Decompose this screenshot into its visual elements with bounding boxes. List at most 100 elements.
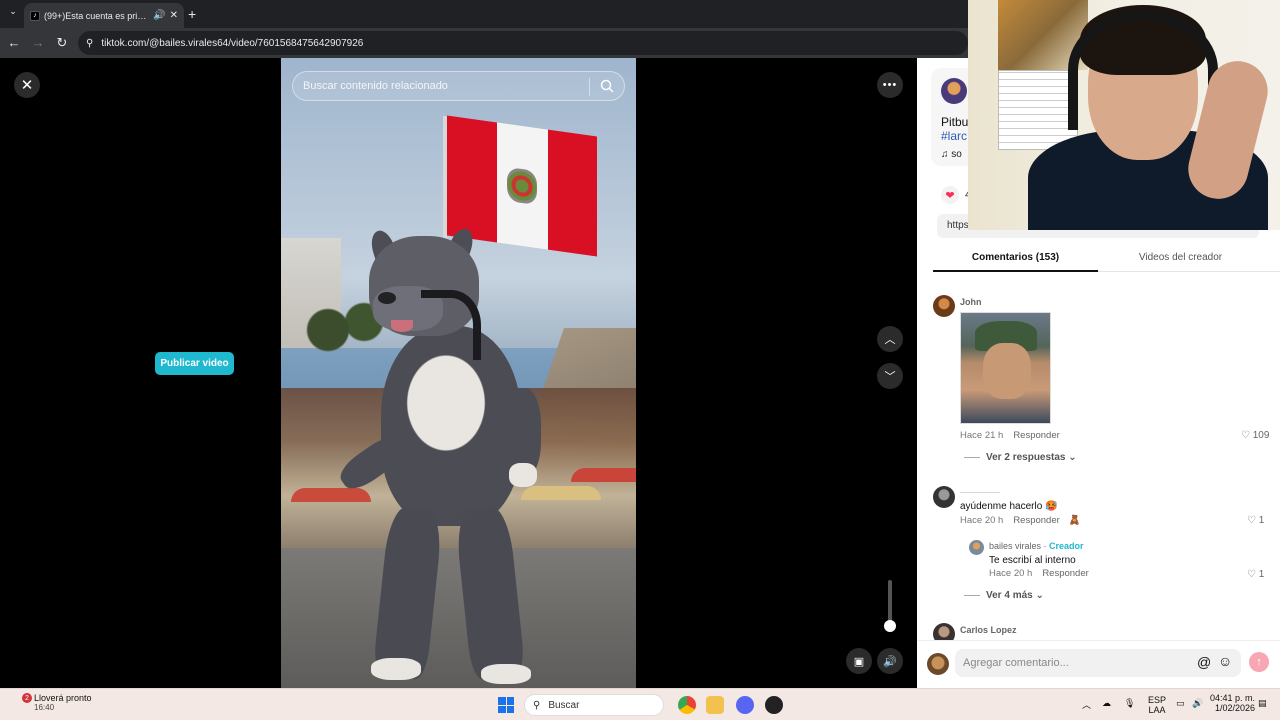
discord-icon[interactable] [736, 696, 754, 714]
chevron-down-icon: ⌄ [1068, 452, 1077, 463]
speaker-icon[interactable]: 🔊 [1192, 698, 1203, 709]
tiktok-icon: ♪ [30, 10, 40, 21]
reply-text: Te escribí al interno [989, 555, 1076, 566]
sound-link[interactable]: ♫ so [941, 149, 962, 160]
comment-like-count: 1 [1258, 515, 1265, 526]
comment-time: Hace 20 h [960, 515, 1004, 526]
publish-video-button[interactable]: Publicar video [155, 352, 234, 375]
related-search-input[interactable]: Buscar contenido relacionado [292, 71, 625, 101]
tab-comments[interactable]: Comentarios (153) [933, 248, 1098, 272]
language-indicator[interactable]: ESP LAA [1148, 695, 1166, 715]
address-bar[interactable]: ⚲ tiktok.com/@bailes.virales64/video/760… [78, 31, 968, 55]
creator-avatar[interactable] [969, 540, 984, 555]
heart-outline-icon: ♡ [1247, 569, 1256, 580]
scene-floor [281, 548, 636, 688]
volume-icon[interactable]: 🔊 [877, 648, 903, 674]
comment-image[interactable] [960, 312, 1051, 424]
windows-start-icon[interactable] [498, 697, 514, 713]
lang-top: ESP [1148, 695, 1167, 705]
tray-chevron-up-icon[interactable]: ︿ [1082, 698, 1091, 711]
forward-icon[interactable]: → [30, 35, 46, 50]
taskbar-search-label: Buscar [548, 699, 580, 711]
view-more-replies-button[interactable]: Ver 4 más ⌄ [964, 590, 1044, 601]
wifi-icon[interactable]: ▭ [1176, 698, 1185, 709]
comment-text: ayúdenme hacerlo 🥵 [960, 501, 1058, 512]
author-avatar[interactable] [941, 78, 967, 104]
reply-button[interactable]: Responder [1042, 568, 1088, 579]
tab-creator-videos[interactable]: Videos del creador [1098, 248, 1263, 272]
app-icon[interactable] [765, 696, 783, 714]
chevron-down-icon[interactable]: ﹀ [877, 363, 903, 389]
search-divider [589, 78, 590, 96]
heart-icon[interactable]: ❤ [941, 186, 959, 204]
network-shield-icon[interactable]: ☁ [1102, 698, 1111, 709]
close-icon[interactable]: ✕ [14, 72, 40, 98]
tab-close-icon[interactable]: ✕ [170, 10, 178, 21]
panel-tabs: Comentarios (153) Videos del creador [933, 248, 1280, 272]
headphones [1068, 10, 1218, 130]
music-note-icon: ♫ [941, 149, 949, 160]
site-info-icon[interactable]: ⚲ [86, 38, 93, 49]
wall-calendar [998, 70, 1078, 150]
likes-row: ❤ 4 [941, 186, 971, 204]
comment-username[interactable]: Carlos Lopez [960, 625, 1017, 635]
creator-badge: Creador [1049, 541, 1084, 551]
url-text: tiktok.com/@bailes.virales64/video/76015… [101, 37, 364, 49]
comment-like[interactable]: ♡ 1 [1247, 569, 1264, 580]
taskbar-search[interactable]: ⚲ Buscar [524, 694, 664, 716]
sticker-icon: 🧸 [1068, 515, 1081, 526]
reply-button[interactable]: Responder [1013, 430, 1059, 441]
hashtag-link[interactable]: #larc [941, 129, 967, 143]
dog-paw [509, 463, 537, 487]
clock[interactable]: 04:41 p. m. 1/02/2026 [1210, 693, 1255, 713]
mention-icon[interactable]: @ [1197, 654, 1211, 670]
send-icon[interactable]: ↑ [1249, 652, 1269, 672]
dog-paw [481, 664, 531, 684]
file-explorer-icon[interactable] [706, 696, 724, 714]
reply-button[interactable]: Responder [1013, 515, 1059, 526]
heart-outline-icon: ♡ [1241, 430, 1250, 441]
tab-title: (99+)Esta cuenta es privada [44, 10, 150, 21]
volume-slider-handle[interactable] [884, 620, 896, 632]
tab-list-button[interactable]: ⌄ [6, 6, 20, 20]
tab-audio-icon[interactable]: 🔊 [153, 10, 165, 21]
notification-icon[interactable]: ▤ [1258, 698, 1267, 709]
reply-meta: Hace 20 h Responder [989, 568, 1089, 579]
description-title: Pitbul [941, 115, 972, 129]
commenter-avatar[interactable] [933, 295, 955, 317]
comment-username[interactable]: ____________ [960, 488, 1000, 494]
view-replies-button[interactable]: Ver 2 respuestas ⌄ [964, 452, 1077, 463]
back-icon[interactable]: ← [6, 35, 22, 50]
more-options-icon[interactable]: ••• [877, 72, 903, 98]
commenter-avatar[interactable] [933, 486, 955, 508]
dog-paw [371, 658, 421, 680]
weather-time: 16:40 [34, 703, 55, 712]
view-more-label: Ver 4 más [986, 590, 1033, 601]
sound-label: so [951, 149, 962, 160]
lang-bottom: LAA [1148, 705, 1166, 715]
scene-umbrella [291, 488, 371, 502]
mini-player-icon[interactable]: ▣ [846, 648, 872, 674]
dog-collar [421, 290, 481, 360]
search-icon: ⚲ [533, 699, 541, 711]
comment-username[interactable]: John [960, 297, 982, 307]
chrome-icon[interactable] [678, 696, 696, 714]
search-icon[interactable] [600, 79, 614, 93]
new-tab-button[interactable]: + [188, 6, 196, 22]
comment-time: Hace 21 h [960, 430, 1004, 441]
comment-composer: Agregar comentario... @ ☺ ↑ [917, 640, 1280, 688]
comment-like[interactable]: ♡ 109 [1241, 430, 1269, 441]
reload-icon[interactable]: ↻ [54, 35, 70, 51]
comment-meta: Hace 21 h Responder [960, 430, 1060, 441]
comment-like[interactable]: ♡ 1 [1247, 515, 1264, 526]
chevron-up-icon[interactable]: ︿ [877, 326, 903, 352]
dog-chest [401, 348, 491, 458]
video-player[interactable] [281, 58, 636, 688]
emoji-icon[interactable]: ☺ [1218, 653, 1232, 669]
browser-tab[interactable]: ♪ (99+)Esta cuenta es privada 🔊 ✕ [24, 3, 184, 28]
microphone-icon[interactable]: 🎙 [1124, 698, 1135, 709]
reply-username[interactable]: bailes virales · Creador [989, 541, 1084, 551]
dog-tongue [391, 320, 413, 332]
comment-like-count: 109 [1252, 430, 1270, 441]
heart-outline-icon: ♡ [1247, 515, 1256, 526]
